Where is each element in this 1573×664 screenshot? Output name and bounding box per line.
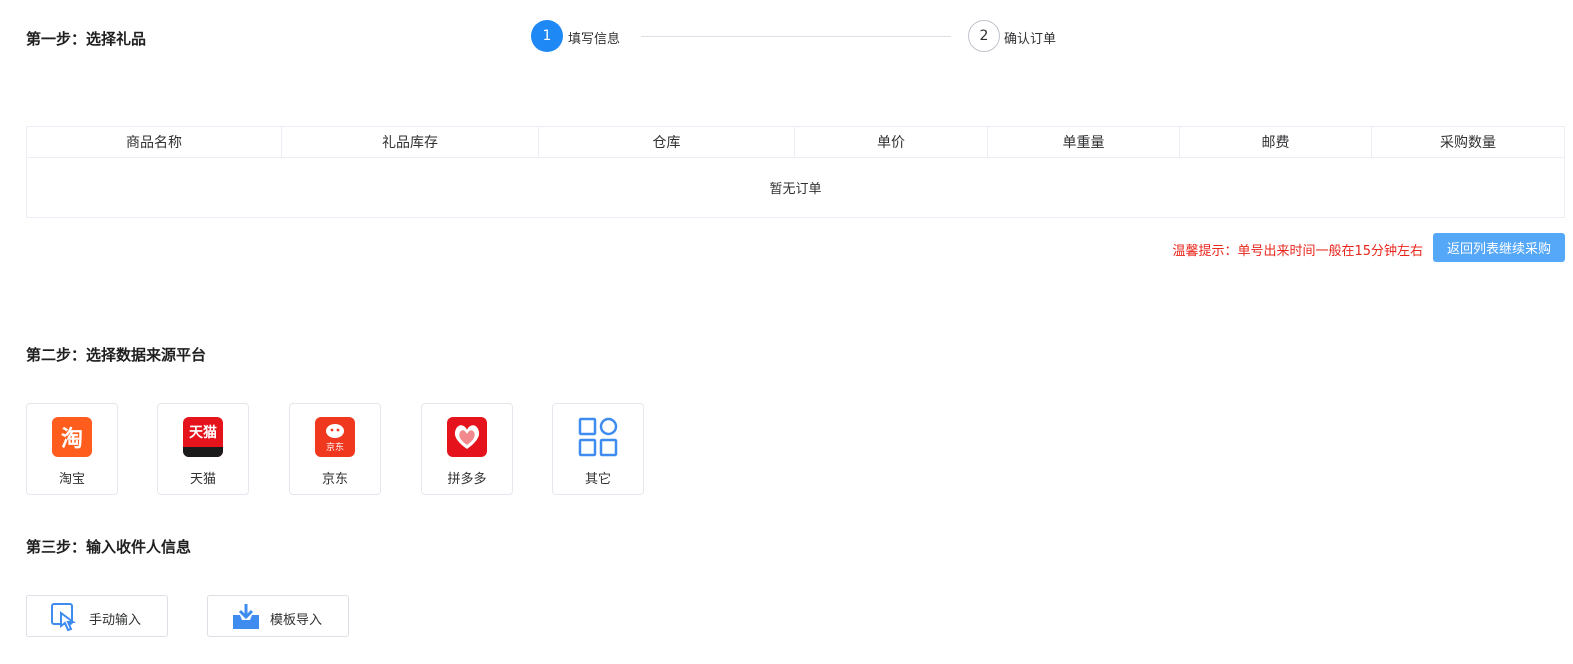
platform-tmall[interactable]: 天猫 天猫 (157, 403, 249, 495)
tmall-icon: 天猫 (183, 417, 223, 457)
hand-tap-icon (51, 603, 76, 632)
step3-title: 第三步：输入收件人信息 (26, 538, 192, 556)
column-header: 礼品库存 (282, 127, 539, 157)
step-2-circle: 2 (968, 20, 1000, 52)
table-header: 商品名称 礼品库存 仓库 单价 单重量 邮费 采购数量 (27, 127, 1564, 158)
manual-input-button[interactable]: 手动输入 (26, 595, 168, 637)
template-import-button[interactable]: 模板导入 (207, 595, 349, 637)
column-header: 单价 (795, 127, 988, 157)
platform-label: 其它 (584, 472, 611, 487)
platform-pinduoduo[interactable]: 拼多多 (421, 403, 513, 495)
step-2-label: 确认订单 (1004, 32, 1057, 47)
platform-label: 京东 (321, 472, 348, 487)
grid-icon (578, 417, 618, 457)
column-header: 商品名称 (27, 127, 282, 157)
template-import-label: 模板导入 (270, 613, 323, 628)
column-header: 仓库 (539, 127, 795, 157)
step-connector (641, 36, 951, 37)
download-tray-icon (233, 604, 259, 629)
back-to-list-button[interactable]: 返回列表继续采购 (1433, 233, 1565, 262)
manual-input-label: 手动输入 (89, 613, 142, 628)
taobao-icon: 淘 (52, 417, 92, 457)
platform-label: 淘宝 (58, 472, 85, 487)
step2-title: 第二步：选择数据来源平台 (26, 346, 207, 364)
gift-table: 商品名称 礼品库存 仓库 单价 单重量 邮费 采购数量 暂无订单 (26, 126, 1565, 218)
platform-other[interactable]: 其它 (552, 403, 644, 495)
column-header: 邮费 (1180, 127, 1372, 157)
warning-tip: 温馨提示：单号出来时间一般在15分钟左右 (1172, 244, 1423, 259)
column-header: 单重量 (988, 127, 1180, 157)
steps-indicator: 1 填写信息 2 确认订单 (531, 20, 1091, 52)
platform-taobao[interactable]: 淘 淘宝 (26, 403, 118, 495)
jd-icon: 京东 (315, 417, 355, 457)
platform-label: 拼多多 (447, 472, 487, 487)
platform-label: 天猫 (189, 472, 216, 487)
platform-jd[interactable]: 京东 京东 (289, 403, 381, 495)
step1-title: 第一步：选择礼品 (26, 30, 147, 48)
step-1-label: 填写信息 (568, 32, 621, 47)
table-empty-text: 暂无订单 (769, 182, 822, 197)
pinduoduo-icon (447, 417, 487, 457)
column-header: 采购数量 (1440, 135, 1496, 151)
step-1-circle: 1 (531, 20, 563, 52)
